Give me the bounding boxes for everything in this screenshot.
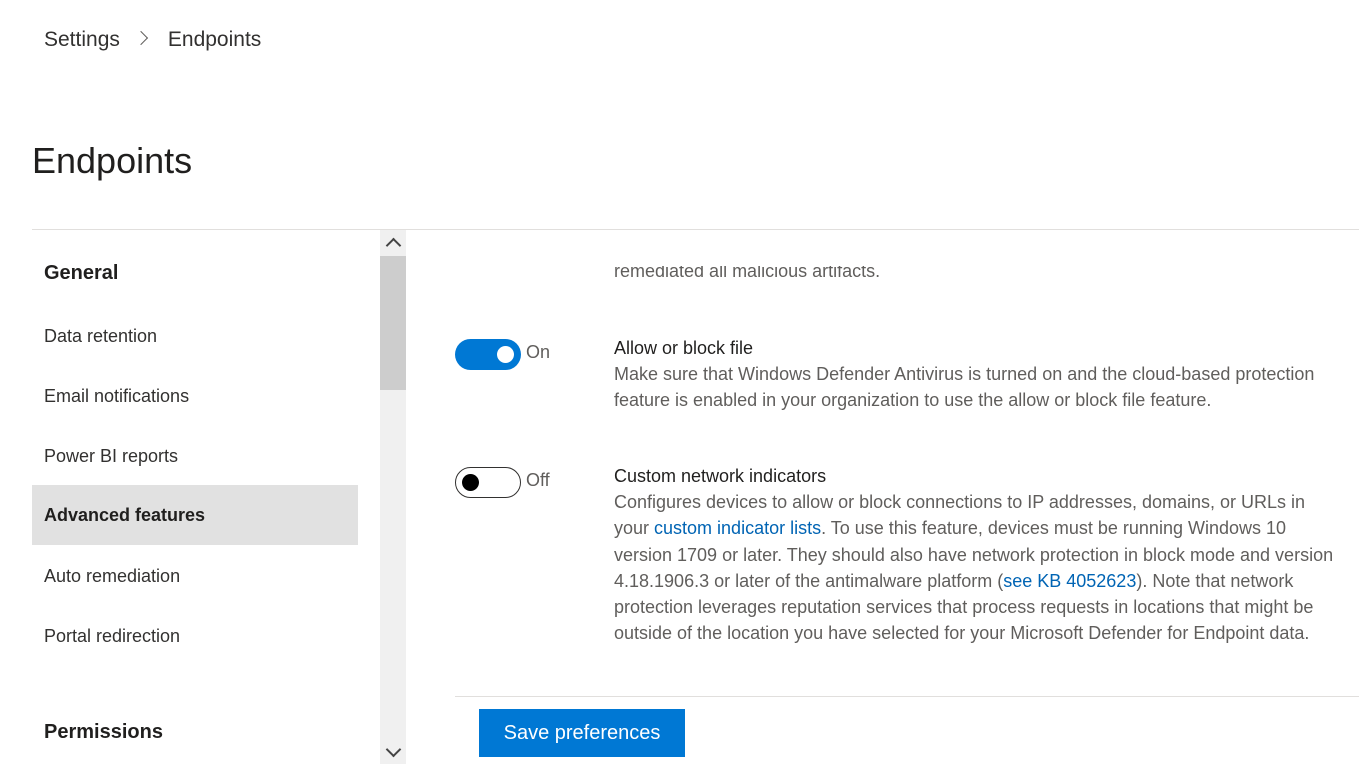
feature-description: Configures devices to allow or block con… (614, 489, 1334, 647)
feature-description: Make sure that Windows Defender Antiviru… (614, 364, 1315, 411)
sidebar-item-label: Email notifications (44, 386, 190, 406)
sidebar-item-email-notifications[interactable]: Email notifications (32, 366, 358, 426)
toggle-knob (497, 346, 514, 363)
page-title: Endpoints (32, 140, 193, 181)
chevron-down-icon (385, 741, 401, 757)
sidebar-item-advanced-features[interactable]: Advanced features (32, 485, 358, 545)
sidebar-item-label: Power BI reports (44, 446, 179, 466)
scrollbar-thumb[interactable] (380, 256, 406, 390)
feature-text: Custom network indicators Configures dev… (614, 463, 1334, 647)
custom-indicator-lists-link[interactable]: custom indicator lists (654, 518, 821, 538)
scroll-up-button[interactable] (380, 230, 406, 254)
sidebar-item-label: Auto remediation (44, 566, 181, 586)
scroll-down-button[interactable] (380, 740, 406, 764)
breadcrumb: Settings Endpoints (44, 28, 261, 52)
sidebar-item-portal-redirection[interactable]: Portal redirection (32, 606, 358, 666)
sidebar-item-label: Advanced features (44, 505, 206, 525)
settings-sidebar: General Data retention Email notificatio… (32, 230, 380, 764)
breadcrumb-settings-link[interactable]: Settings (44, 28, 120, 52)
sidebar-group-general-title: General (44, 262, 119, 284)
breadcrumb-current: Endpoints (167, 28, 262, 51)
allow-block-file-toggle[interactable] (455, 339, 521, 370)
sidebar-item-power-bi-reports[interactable]: Power BI reports (32, 426, 358, 486)
chevron-up-icon (385, 237, 401, 253)
footer-divider (455, 696, 1359, 697)
save-preferences-button[interactable]: Save preferences (479, 709, 685, 757)
feature-title: Allow or block file (614, 338, 754, 358)
sidebar-item-data-retention[interactable]: Data retention (32, 306, 358, 366)
toggle-knob (462, 474, 479, 491)
sidebar-group-permissions-title: Permissions (44, 721, 163, 743)
previous-feature-description-fragment: remediated all malicious artifacts. (614, 266, 881, 281)
feature-text: Allow or block file Make sure that Windo… (614, 335, 1334, 414)
sidebar-item-label: Data retention (44, 326, 158, 346)
custom-network-indicators-toggle[interactable] (455, 467, 521, 498)
sidebar-item-auto-remediation[interactable]: Auto remediation (32, 546, 358, 606)
sidebar-scrollbar[interactable] (380, 230, 406, 764)
chevron-right-icon (133, 30, 148, 46)
sidebar-item-label: Portal redirection (44, 626, 181, 646)
kb-4052623-link[interactable]: see KB 4052623 (1003, 571, 1136, 591)
advanced-features-panel: remediated all malicious artifacts. On A… (406, 230, 1359, 764)
toggle-state-label: On (526, 342, 551, 362)
feature-title: Custom network indicators (614, 466, 827, 486)
toggle-state-label: Off (526, 470, 550, 490)
